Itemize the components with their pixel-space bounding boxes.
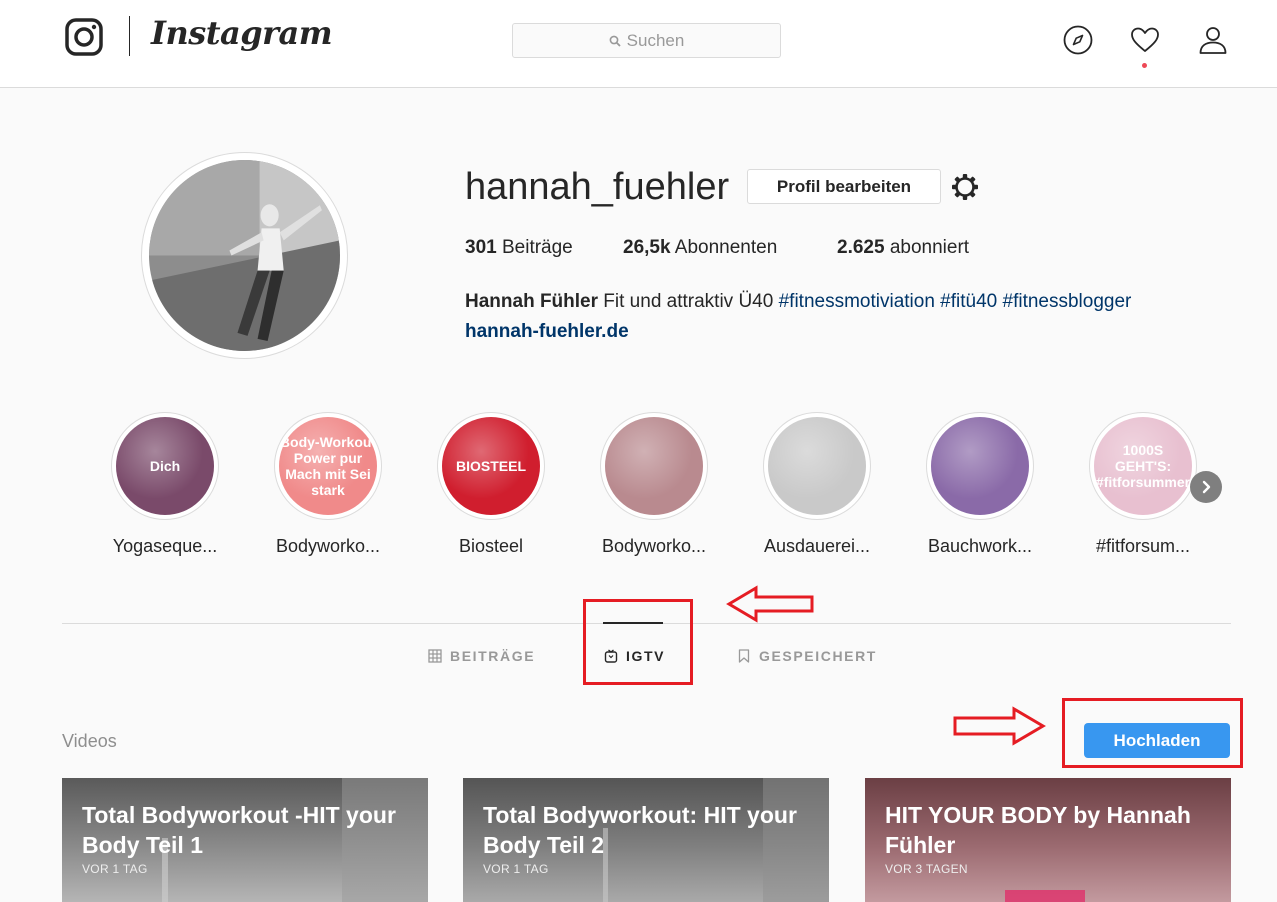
highlight-cover — [768, 417, 866, 515]
tab-posts-label: BEITRÄGE — [450, 648, 536, 664]
instagram-wordmark[interactable]: Instagram — [151, 14, 333, 52]
heart-icon[interactable] — [1129, 24, 1161, 56]
highlight-item[interactable]: Bauchwork... — [905, 412, 1055, 557]
highlight-label: Yogaseque... — [112, 536, 218, 556]
notification-dot — [1142, 63, 1147, 68]
search-icon — [609, 35, 621, 47]
profile-stats: 301 Beiträge 26,5k Abonnenten 2.625 abon… — [465, 237, 969, 259]
chevron-right-icon — [1202, 480, 1211, 494]
video-card[interactable]: Total Bodyworkout: HIT your Body Teil 2 … — [463, 778, 829, 902]
settings-gear-icon[interactable] — [950, 172, 980, 202]
video-age: VOR 1 TAG — [82, 862, 148, 876]
highlight-item[interactable]: Body-Workout Power pur Mach mit Sei star… — [253, 412, 403, 557]
edit-profile-button[interactable]: Profil bearbeiten — [747, 169, 941, 204]
logo-divider — [129, 16, 130, 56]
video-card[interactable]: HIT YOUR BODY by Hannah Fühler VOR 3 TAG… — [865, 778, 1231, 902]
stat-following-value: 2.625 — [837, 237, 885, 258]
right-arrow-annotation-icon — [953, 706, 1046, 746]
video-title: Total Bodyworkout -HIT your Body Teil 1 — [82, 802, 396, 858]
stat-posts: 301 Beiträge — [465, 237, 623, 259]
highlight-ring — [763, 412, 871, 520]
highlight-ring: BIOSTEEL — [437, 412, 545, 520]
profile-bio: Hannah Fühler Fit und attraktiv Ü40 #fit… — [465, 287, 1131, 347]
stat-posts-label: Beiträge — [501, 237, 573, 258]
avatar-image — [149, 160, 340, 351]
search-placeholder: Suchen — [626, 30, 685, 50]
stat-following[interactable]: 2.625 abonniert — [837, 237, 969, 259]
video-title: Total Bodyworkout: HIT your Body Teil 2 — [483, 802, 797, 858]
highlight-label: Bodyworko... — [601, 536, 707, 556]
bio-name: Hannah Fühler — [465, 291, 599, 312]
stat-followers-label: Abonnenten — [674, 237, 778, 258]
highlight-cover: Body-Workout Power pur Mach mit Sei star… — [279, 417, 377, 515]
highlight-cover — [605, 417, 703, 515]
highlight-cover: Dich — [116, 417, 214, 515]
highlight-ring — [926, 412, 1034, 520]
profile-username: hannah_fuehler — [465, 166, 730, 208]
igtv-annotation-box — [583, 599, 693, 685]
left-arrow-annotation-icon — [726, 585, 814, 623]
video-age: VOR 3 TAGEN — [885, 862, 968, 876]
stat-following-label: abonniert — [889, 237, 970, 258]
bio-website-link[interactable]: hannah-fuehler.de — [465, 321, 629, 342]
highlights-next-button[interactable] — [1190, 471, 1222, 503]
tab-saved[interactable]: GESPEICHERT — [737, 648, 877, 664]
profile-avatar[interactable] — [141, 152, 348, 359]
top-navigation: Instagram Suchen — [0, 0, 1277, 88]
video-age: VOR 1 TAG — [483, 862, 549, 876]
compass-icon[interactable] — [1062, 24, 1094, 56]
video-card[interactable]: Total Bodyworkout -HIT your Body Teil 1 … — [62, 778, 428, 902]
videos-section-title: Videos — [62, 731, 117, 751]
highlight-label: #fitforsum... — [1095, 536, 1191, 556]
bio-hashtags[interactable]: #fitnessmotiviation #fitü40 #fitnessblog… — [779, 291, 1132, 312]
bio-text: Fit und attraktiv Ü40 — [603, 291, 774, 312]
stat-followers[interactable]: 26,5k Abonnenten — [623, 237, 837, 259]
highlight-ring: Dich — [111, 412, 219, 520]
highlight-cover — [931, 417, 1029, 515]
highlight-item[interactable]: Ausdauerei... — [742, 412, 892, 557]
tab-posts[interactable]: BEITRÄGE — [428, 648, 535, 664]
highlight-ring: 1000S GEHT'S: #fitforsummer — [1089, 412, 1197, 520]
highlight-cover: BIOSTEEL — [442, 417, 540, 515]
highlight-cover: 1000S GEHT'S: #fitforsummer — [1094, 417, 1192, 515]
video-title: HIT YOUR BODY by Hannah Fühler — [885, 802, 1191, 858]
upload-button[interactable]: Hochladen — [1084, 723, 1230, 758]
highlight-label: Bodyworko... — [275, 536, 381, 556]
bookmark-icon — [738, 649, 750, 663]
highlight-ring — [600, 412, 708, 520]
highlight-label: Bauchwork... — [927, 536, 1033, 556]
highlight-item[interactable]: Bodyworko... — [579, 412, 729, 557]
highlight-ring: Body-Workout Power pur Mach mit Sei star… — [274, 412, 382, 520]
instagram-logo-icon[interactable] — [65, 18, 103, 56]
profile-icon[interactable] — [1197, 24, 1229, 56]
highlight-item[interactable]: BIOSTEEL Biosteel — [416, 412, 566, 557]
highlight-label: Ausdauerei... — [763, 536, 871, 556]
tab-saved-label: GESPEICHERT — [759, 648, 877, 664]
grid-icon — [428, 649, 442, 663]
highlight-item[interactable]: Dich Yogaseque... — [90, 412, 240, 557]
stat-posts-value: 301 — [465, 237, 497, 258]
stat-followers-value: 26,5k — [623, 237, 671, 258]
highlight-label: Biosteel — [458, 536, 524, 556]
search-input[interactable]: Suchen — [512, 23, 781, 58]
